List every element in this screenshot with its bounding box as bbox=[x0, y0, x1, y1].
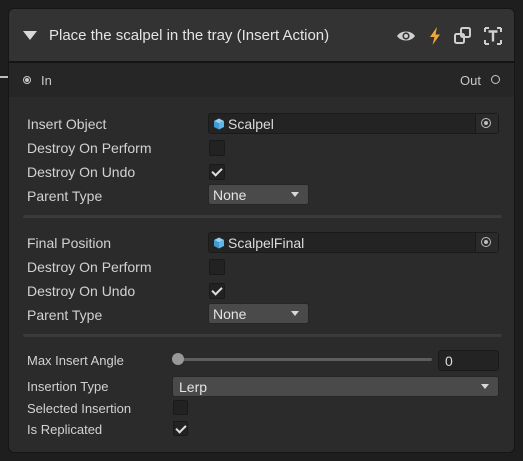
cube-icon bbox=[214, 237, 224, 249]
destroy-on-perform-label: Destroy On Perform bbox=[27, 259, 152, 275]
destroy-on-undo-label: Destroy On Undo bbox=[27, 283, 136, 299]
max-insert-angle-slider[interactable] bbox=[179, 358, 432, 361]
parent-type-dropdown[interactable]: None bbox=[208, 303, 309, 324]
destroy-on-perform-label: Destroy On Perform bbox=[27, 140, 152, 156]
is-replicated-label: Is Replicated bbox=[27, 422, 103, 437]
cube-icon bbox=[214, 118, 224, 130]
final-position-value: ScalpelFinal bbox=[228, 235, 305, 251]
chevron-down-icon bbox=[291, 311, 299, 316]
out-port-label: Out bbox=[460, 73, 481, 88]
selected-insertion-checkbox[interactable] bbox=[173, 400, 188, 415]
node-header[interactable]: Place the scalpel in the tray (Insert Ac… bbox=[9, 9, 514, 63]
section-divider bbox=[23, 334, 502, 337]
in-port-icon[interactable] bbox=[23, 76, 31, 84]
insert-object-label: Insert Object bbox=[27, 116, 107, 132]
max-insert-angle-label: Max Insert Angle bbox=[27, 353, 124, 368]
section-divider bbox=[23, 215, 502, 218]
is-replicated-checkbox[interactable] bbox=[173, 421, 188, 436]
eye-icon[interactable] bbox=[395, 25, 417, 47]
insert-object-field[interactable]: Scalpel bbox=[208, 113, 499, 134]
parent-type-value: None bbox=[213, 306, 247, 322]
parent-type-dropdown[interactable]: None bbox=[208, 184, 309, 205]
lightning-icon[interactable] bbox=[424, 25, 446, 47]
insert-action-node[interactable]: Place the scalpel in the tray (Insert Ac… bbox=[8, 8, 515, 453]
object-picker-icon[interactable] bbox=[475, 233, 498, 252]
insertion-type-label: Insertion Type bbox=[27, 379, 109, 394]
parent-type-label: Parent Type bbox=[27, 188, 103, 204]
max-insert-angle-input[interactable]: 0 bbox=[438, 350, 499, 371]
insertion-type-value: Lerp bbox=[179, 379, 208, 395]
out-port-icon[interactable] bbox=[491, 75, 500, 84]
link-icon[interactable] bbox=[452, 25, 474, 47]
destroy-on-undo-checkbox[interactable] bbox=[209, 283, 225, 299]
collapse-arrow-icon[interactable] bbox=[23, 31, 37, 40]
destroy-on-undo-label: Destroy On Undo bbox=[27, 164, 136, 180]
destroy-on-perform-checkbox[interactable] bbox=[209, 259, 225, 275]
destroy-on-undo-checkbox[interactable] bbox=[209, 164, 225, 180]
ports-row: In Out bbox=[9, 63, 514, 97]
slider-handle[interactable] bbox=[172, 353, 184, 365]
in-port-label: In bbox=[41, 73, 52, 88]
input-wire bbox=[0, 76, 8, 78]
parent-type-value: None bbox=[213, 187, 247, 203]
chevron-down-icon bbox=[291, 192, 299, 197]
parent-type-label: Parent Type bbox=[27, 307, 103, 323]
destroy-on-perform-checkbox[interactable] bbox=[209, 140, 225, 156]
text-icon[interactable] bbox=[482, 25, 504, 47]
final-position-field[interactable]: ScalpelFinal bbox=[208, 232, 499, 253]
insert-object-value: Scalpel bbox=[228, 116, 274, 132]
object-picker-icon[interactable] bbox=[475, 114, 498, 133]
selected-insertion-label: Selected Insertion bbox=[27, 401, 132, 416]
node-title: Place the scalpel in the tray (Insert Ac… bbox=[49, 27, 330, 44]
final-position-label: Final Position bbox=[27, 235, 112, 251]
insertion-type-dropdown[interactable]: Lerp bbox=[172, 376, 499, 397]
max-insert-angle-value: 0 bbox=[445, 353, 453, 369]
chevron-down-icon bbox=[481, 384, 489, 389]
